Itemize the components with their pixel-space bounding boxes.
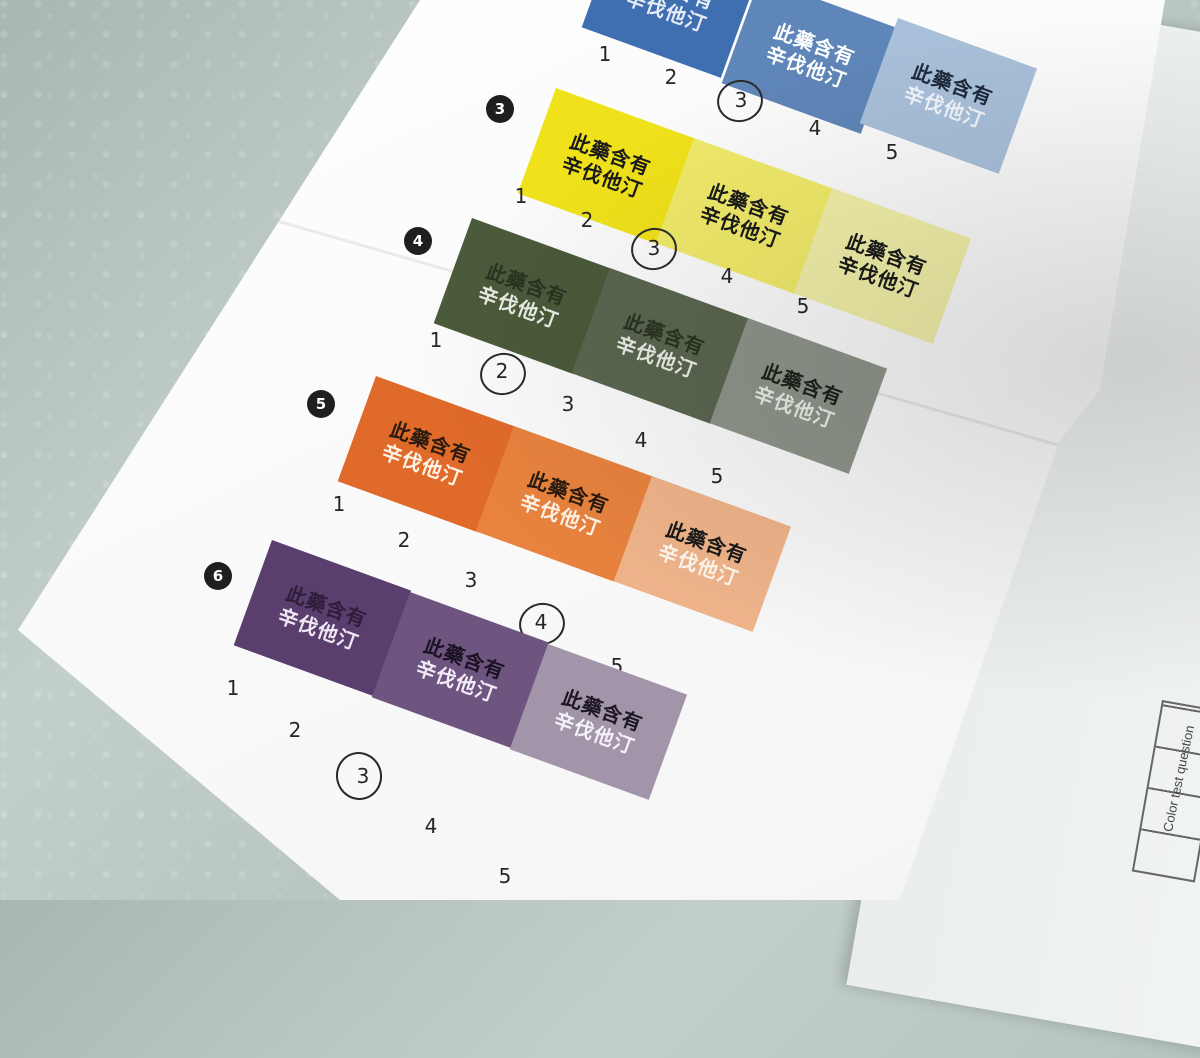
- scale-1: 1: [332, 492, 346, 516]
- scale-1: 1: [598, 42, 612, 66]
- scale-1: 1: [429, 328, 443, 352]
- group-number-badge: 6: [204, 562, 232, 590]
- scale-5: 5: [885, 140, 899, 164]
- group-number-badge: 3: [486, 95, 514, 123]
- scale-5: 5: [796, 294, 810, 318]
- photo-scene: Color test question 此藥含有 辛伐他汀 此藥含有 辛伐他汀 …: [0, 0, 1200, 1058]
- scale-4: 4: [808, 116, 822, 140]
- scale-5: 5: [498, 864, 512, 888]
- scale-4: 4: [720, 264, 734, 288]
- selected-answer-circle: [476, 348, 530, 400]
- scale-2: 2: [288, 718, 302, 742]
- scale-3: 3: [464, 568, 478, 592]
- scale-2: 2: [397, 528, 411, 552]
- group-number-badge: 4: [404, 227, 432, 255]
- scale-1: 1: [226, 676, 240, 700]
- group-number-badge: 5: [307, 390, 335, 418]
- scale-5: 5: [710, 464, 724, 488]
- scale-1: 1: [514, 184, 528, 208]
- scale-2: 2: [580, 208, 594, 232]
- scale-4: 4: [424, 814, 438, 838]
- swatch-content: 此藥含有 辛伐他汀 此藥含有 辛伐他汀 此藥含有 辛伐他汀 1 2 3 4 5 …: [0, 0, 1200, 900]
- scale-3: 3: [561, 392, 575, 416]
- scale-2: 2: [664, 65, 678, 89]
- scale-4: 4: [634, 428, 648, 452]
- selected-answer-circle: [331, 747, 387, 805]
